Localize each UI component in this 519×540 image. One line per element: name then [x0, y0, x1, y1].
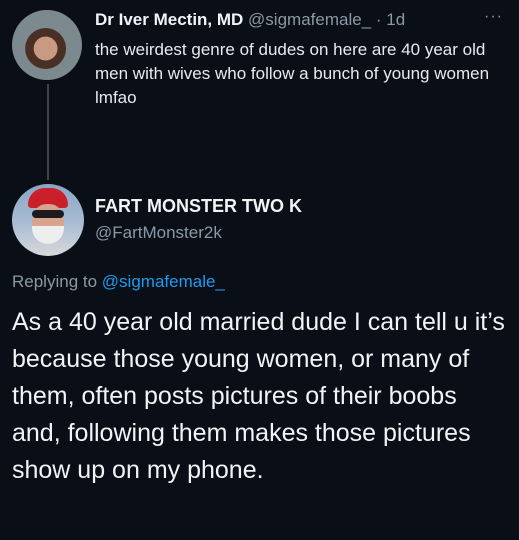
replying-to-label: Replying to: [12, 272, 98, 291]
author-handle[interactable]: @FartMonster2k: [95, 223, 222, 243]
tweet-header: Dr Iver Mectin, MD @sigmafemale_ · 1d: [95, 10, 405, 30]
separator: ·: [375, 10, 382, 29]
replying-to-handle[interactable]: @sigmafemale_: [102, 272, 225, 291]
author-handle[interactable]: @sigmafemale_: [248, 10, 371, 29]
more-options-icon[interactable]: ···: [484, 8, 503, 26]
timestamp[interactable]: 1d: [386, 10, 405, 29]
avatar[interactable]: [12, 184, 84, 256]
thread-line: [47, 84, 49, 180]
tweet-text: the weirdest genre of dudes on here are …: [95, 40, 490, 107]
author-name[interactable]: FART MONSTER TWO K: [95, 196, 302, 217]
beard-graphic: [32, 226, 64, 244]
avatar[interactable]: [12, 10, 82, 80]
replying-to: Replying to @sigmafemale_: [12, 272, 225, 292]
author-name[interactable]: Dr Iver Mectin, MD: [95, 10, 243, 29]
reply-text: As a 40 year old married dude I can tell…: [12, 308, 505, 484]
glasses-graphic: [32, 210, 64, 218]
